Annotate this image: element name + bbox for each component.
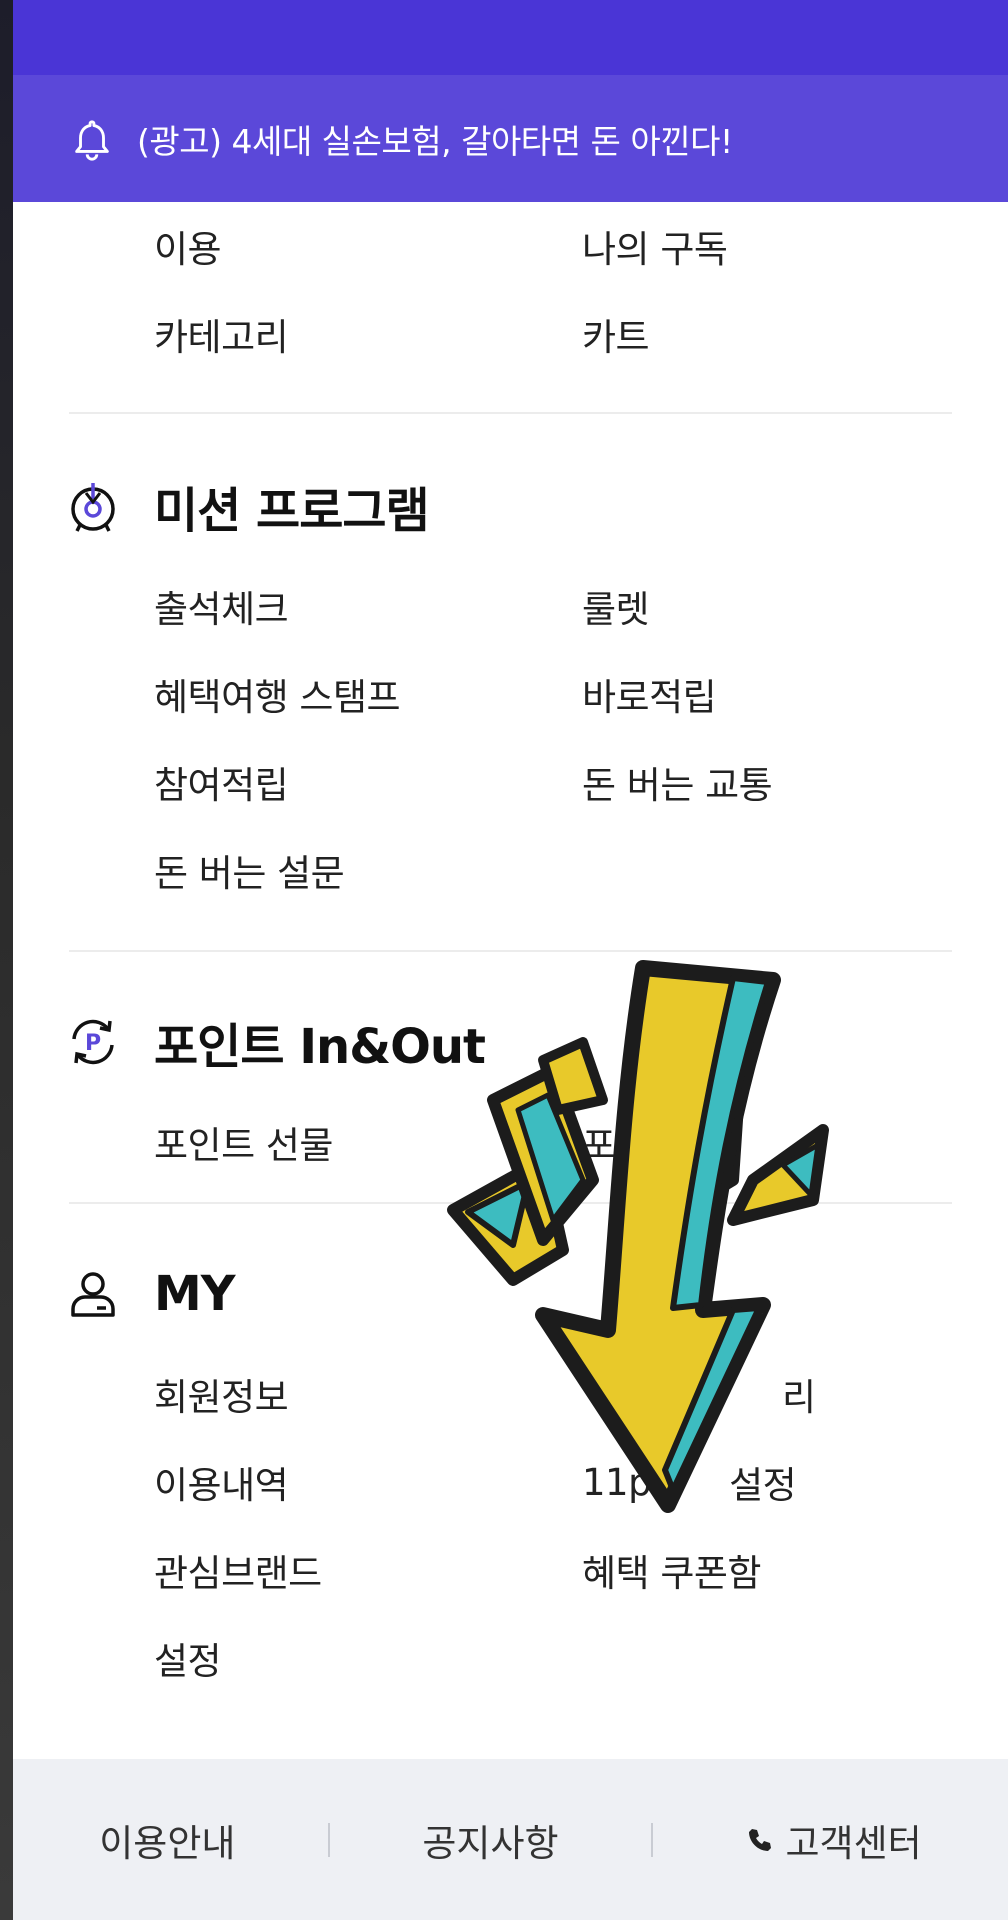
menu-item-instant-earn[interactable]: 바로적립 xyxy=(582,650,982,738)
footer-separator xyxy=(651,1822,654,1857)
footer-support-label: 고객센터 xyxy=(785,1821,922,1865)
menu-item-attendance[interactable]: 출석체크 xyxy=(154,562,582,650)
medal-target-icon xyxy=(66,479,120,533)
menu-footer: 이용안내 공지사항 고객센터 xyxy=(13,1759,1008,1920)
background-overlay[interactable] xyxy=(0,0,14,1920)
bell-icon xyxy=(69,116,115,162)
menu-item-my-subscription[interactable]: 나의 구독 xyxy=(582,202,982,290)
menu-item-settings[interactable]: 설정 xyxy=(154,1614,582,1702)
menu-item-cart[interactable]: 카트 xyxy=(582,290,982,378)
svg-text:P: P xyxy=(85,1031,101,1056)
ad-banner-text: (광고) 4세대 실손보험, 갈아타면 돈 아낀다! xyxy=(137,121,733,161)
point-exchange-icon: P xyxy=(66,1015,120,1069)
menu-item-money-transport[interactable]: 돈 버는 교통 xyxy=(582,738,982,826)
menu-item-benefit-stamp[interactable]: 혜택여행 스탬프 xyxy=(154,650,582,738)
footer-notice-link[interactable]: 공지사항 xyxy=(422,1813,558,1867)
arrow-sticker-icon xyxy=(447,960,829,1513)
menu-item-category[interactable]: 카테고리 xyxy=(154,290,582,378)
top-header-bar xyxy=(13,0,1008,75)
mission-menu-grid: 출석체크 룰렛 혜택여행 스탬프 바로적립 참여적립 돈 버는 교통 돈 버는 … xyxy=(13,562,1008,914)
mission-section-header: 미션 프로그램 xyxy=(13,456,1008,556)
menu-item-usage[interactable]: 이용 xyxy=(154,202,582,290)
mission-section-title: 미션 프로그램 xyxy=(154,483,430,539)
menu-item-participation-earn[interactable]: 참여적립 xyxy=(154,738,582,826)
phone-icon xyxy=(746,1826,774,1854)
menu-item-money-survey[interactable]: 돈 버는 설문 xyxy=(154,826,582,914)
service-menu-grid: 이용 나의 구독 카테고리 카트 xyxy=(13,202,1008,378)
footer-guide-link[interactable]: 이용안내 xyxy=(99,1813,235,1867)
menu-item-roulette[interactable]: 룰렛 xyxy=(582,562,982,650)
footer-support-link[interactable]: 고객센터 xyxy=(746,1813,922,1867)
my-section-title: MY xyxy=(154,1266,236,1322)
footer-separator xyxy=(327,1822,330,1857)
ad-banner[interactable]: (광고) 4세대 실손보험, 갈아타면 돈 아낀다! xyxy=(13,75,1008,202)
user-icon xyxy=(66,1267,120,1321)
side-menu-panel: (광고) 4세대 실손보험, 갈아타면 돈 아낀다! 이용 나의 구독 카테고리… xyxy=(13,0,1008,1920)
